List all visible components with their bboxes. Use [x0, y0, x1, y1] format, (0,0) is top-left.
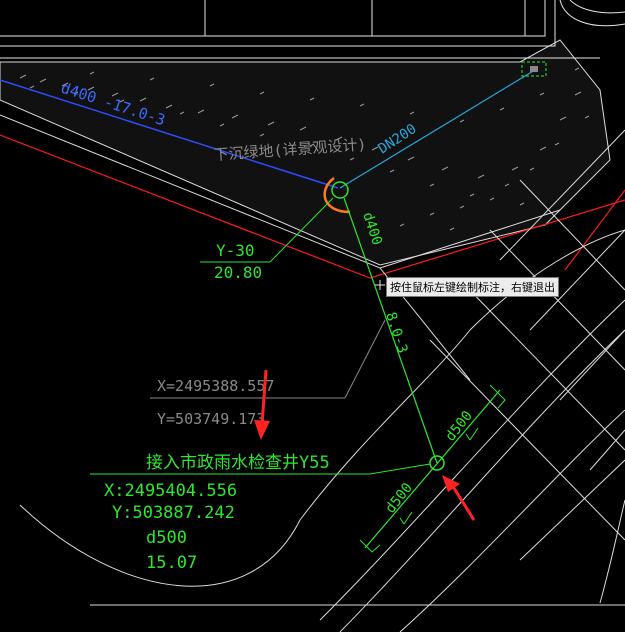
main-pipe-label-left: d500: [383, 480, 416, 516]
manhole-id: Y-30: [216, 241, 255, 260]
manhole-elevation: 20.80: [214, 263, 262, 282]
building-outlines: [0, 0, 625, 59]
cad-drawing-canvas[interactable]: d400 -17.0-3 DN200 下沉绿地(详景观设计) Y-30 20.8…: [0, 0, 625, 632]
red-arrow-upleft-icon: [442, 475, 476, 521]
inlet-core: [530, 66, 538, 72]
cad-viewport[interactable]: d400 -17.0-3 DN200 下沉绿地(详景观设计) Y-30 20.8…: [0, 0, 625, 632]
connect-elevation: 15.07: [146, 553, 197, 573]
flow-arrow-bottom: [399, 511, 413, 525]
connect-pipe: d500: [146, 528, 187, 548]
crosshair-cursor-icon: [375, 280, 385, 290]
connect-label: 接入市政雨水检查井Y55: [146, 453, 330, 473]
connect-x: X:2495404.556: [104, 481, 237, 501]
connect-y: Y:503887.242: [112, 503, 235, 523]
coord-leader-diag: [344, 319, 386, 399]
pipe-down-length: 8.0-3: [382, 310, 410, 355]
tooltip-draw-annotation: 按住鼠标左键绘制标注，右键退出: [386, 277, 559, 297]
coord-x-grey: X=2495388.557: [157, 377, 274, 395]
coord-y-grey: Y=503749.173: [157, 410, 265, 428]
flow-arrow-top: [465, 427, 479, 441]
connect-leader-diag: [369, 463, 431, 475]
